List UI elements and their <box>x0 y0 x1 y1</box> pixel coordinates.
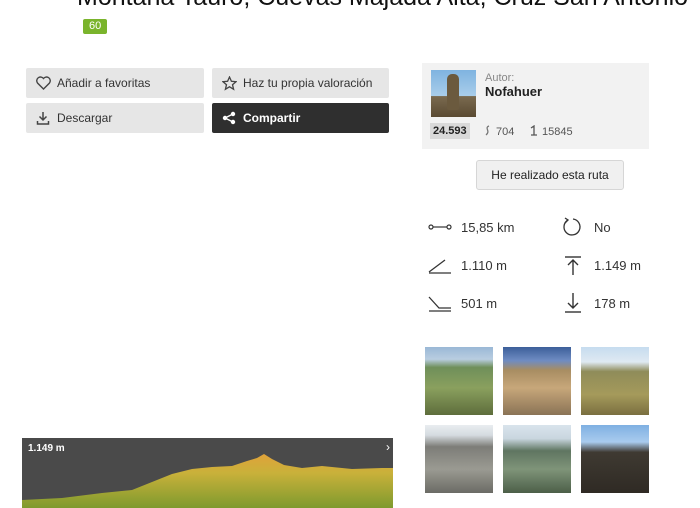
author-followers-count: 15845 <box>542 126 573 138</box>
favorite-label: Añadir a favoritas <box>57 76 151 90</box>
followers-icon <box>529 124 538 139</box>
route-title-text: Montaña Tauro, Cuevas Majada Alta, Cruz … <box>77 0 688 11</box>
share-button[interactable]: Compartir <box>212 103 389 133</box>
favorite-button[interactable]: Añadir a favoritas <box>26 68 204 98</box>
route-photo-6[interactable] <box>581 425 649 493</box>
max-altitude-icon <box>427 254 453 276</box>
elevation-loss-value: 178 m <box>594 295 631 311</box>
loop-value: No <box>594 219 611 235</box>
metric-min-altitude: 501 m <box>427 292 497 314</box>
route-photo-4[interactable] <box>425 425 493 493</box>
done-route-button[interactable]: He realizado esta ruta <box>476 160 624 190</box>
author-avatar[interactable] <box>431 70 476 117</box>
rate-label: Haz tu propia valoración <box>243 76 373 90</box>
route-photo-2[interactable] <box>503 347 571 415</box>
chevron-right-icon[interactable]: › <box>386 440 390 454</box>
author-followers: 15845 <box>529 124 573 139</box>
metric-elevation-gain: 1.149 m <box>560 254 641 276</box>
max-altitude-value: 1.110 m <box>461 257 508 273</box>
author-points: 24.593 <box>430 123 470 139</box>
download-label: Descargar <box>57 111 113 125</box>
download-button[interactable]: Descargar <box>26 103 204 133</box>
author-routes-count: 704 <box>496 126 515 138</box>
arrow-up-icon <box>560 254 586 276</box>
author-label: Autor: <box>485 72 515 84</box>
loop-icon <box>560 216 586 238</box>
metric-loop: No <box>560 216 611 238</box>
route-photo-1[interactable] <box>425 347 493 415</box>
share-label: Compartir <box>243 111 301 125</box>
route-rating-badge: 60 <box>83 18 108 34</box>
profile-max-label: 1.149 m <box>28 443 65 454</box>
distance-value: 15,85 km <box>461 219 515 235</box>
share-icon <box>221 110 237 126</box>
metric-distance: 15,85 km <box>427 216 514 238</box>
route-title: Montaña Tauro, Cuevas Majada Alta, Cruz … <box>77 0 697 42</box>
author-routes: 704 <box>483 125 514 139</box>
heart-icon <box>35 75 51 91</box>
author-card: Autor: Nofahuer 24.593 704 15845 <box>422 63 649 149</box>
elevation-profile[interactable]: 1.149 m › <box>22 438 393 508</box>
distance-icon <box>427 216 453 238</box>
rate-button[interactable]: Haz tu propia valoración <box>212 68 389 98</box>
min-altitude-icon <box>427 292 453 314</box>
min-altitude-value: 501 m <box>461 295 498 311</box>
elevation-gain-value: 1.149 m <box>594 257 641 273</box>
arrow-down-icon <box>560 292 586 314</box>
route-photo-5[interactable] <box>503 425 571 493</box>
elevation-profile-chart <box>22 454 393 508</box>
metric-max-altitude: 1.110 m <box>427 254 507 276</box>
star-icon <box>221 75 237 91</box>
route-photo-3[interactable] <box>581 347 649 415</box>
route-icon <box>483 125 492 139</box>
author-name[interactable]: Nofahuer <box>485 84 542 99</box>
download-icon <box>35 110 51 126</box>
metric-elevation-loss: 178 m <box>560 292 630 314</box>
